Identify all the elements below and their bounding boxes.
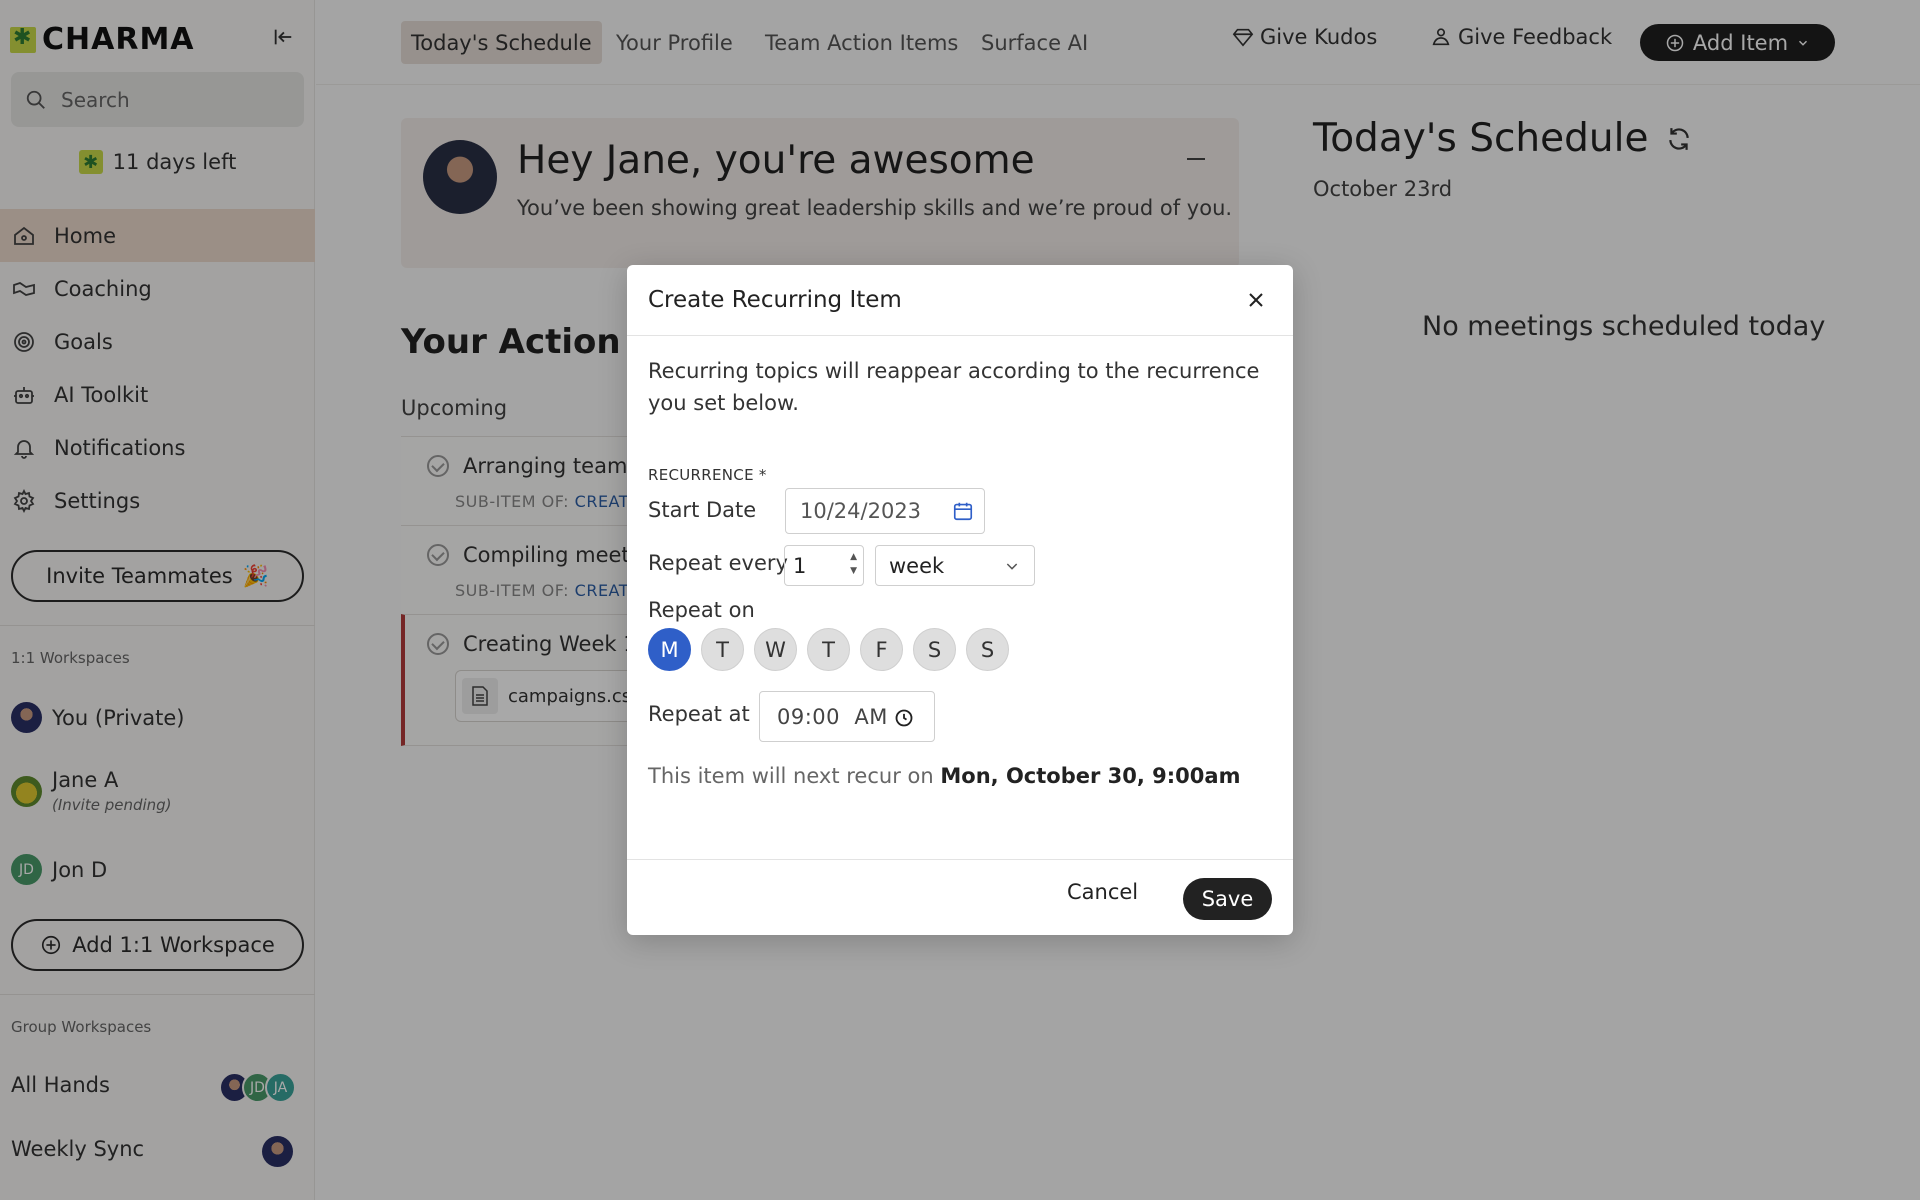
dialog-description: Recurring topics will reappear according…: [648, 359, 1260, 415]
next-recurrence-text: This item will next recur on Mon, Octobe…: [648, 764, 1240, 788]
close-icon[interactable]: [1247, 291, 1265, 309]
save-button[interactable]: Save: [1183, 878, 1272, 920]
next-recur-value: Mon, October 30, 9:00am: [940, 764, 1241, 788]
start-date-value: 10/24/2023: [800, 499, 922, 523]
dialog-title: Create Recurring Item: [648, 287, 902, 313]
repeat-at-time-field[interactable]: 09:00 AM: [759, 691, 935, 742]
create-recurring-item-dialog: Create Recurring Item Recurring topics w…: [627, 265, 1293, 935]
stepper-arrows[interactable]: ▲ ▼: [850, 552, 857, 576]
next-recur-prefix: This item will next recur on: [648, 764, 934, 788]
repeat-every-label: Repeat every: [648, 551, 788, 575]
stepper-down-icon[interactable]: ▼: [850, 566, 857, 576]
calendar-icon[interactable]: [952, 500, 974, 522]
repeat-on-label: Repeat on: [648, 598, 755, 622]
repeat-every-value: 1: [793, 553, 807, 578]
repeat-unit-select[interactable]: week: [875, 545, 1035, 586]
day-toggle-tuesday[interactable]: T: [701, 628, 744, 671]
stepper-up-icon[interactable]: ▲: [850, 552, 857, 562]
day-toggle-friday[interactable]: F: [860, 628, 903, 671]
recurrence-label: RECURRENCE *: [648, 466, 767, 484]
day-toggle-monday[interactable]: M: [648, 628, 691, 671]
day-toggle-thursday[interactable]: T: [807, 628, 850, 671]
dialog-footer: Cancel Save: [627, 859, 1293, 935]
repeat-every-stepper[interactable]: 1 ▲ ▼: [784, 545, 864, 586]
day-toggle-saturday[interactable]: S: [913, 628, 956, 671]
repeat-unit-value: week: [889, 553, 945, 578]
weekday-picker: M T W T F S S: [648, 628, 1009, 671]
clock-icon[interactable]: [894, 708, 914, 728]
start-date-field[interactable]: 10/24/2023: [785, 488, 985, 534]
start-date-label: Start Date: [648, 498, 757, 522]
day-toggle-sunday[interactable]: S: [966, 628, 1009, 671]
dialog-header: Create Recurring Item: [627, 265, 1293, 336]
cancel-button[interactable]: Cancel: [1067, 880, 1138, 904]
chevron-down-icon: [1006, 563, 1018, 570]
day-toggle-wednesday[interactable]: W: [754, 628, 797, 671]
repeat-at-label: Repeat at: [648, 702, 750, 726]
repeat-at-value: 09:00 AM: [777, 704, 888, 729]
